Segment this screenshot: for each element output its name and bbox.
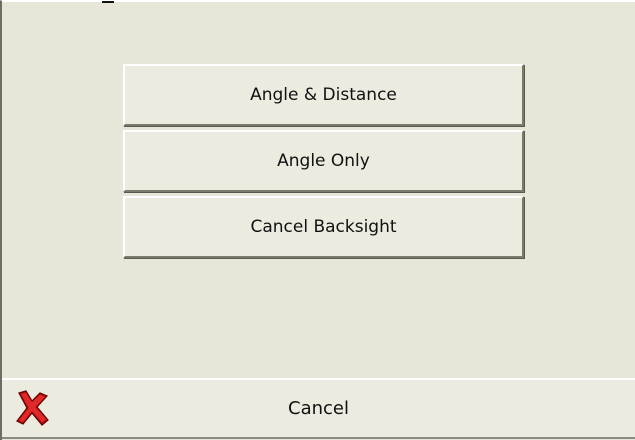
angle-only-button[interactable]: Angle Only: [123, 130, 524, 192]
cancel-label: Cancel: [288, 398, 349, 419]
cancel-backsight-button[interactable]: Cancel Backsight: [123, 196, 524, 258]
backsight-dialog: Angle & Distance Angle Only Cancel Backs…: [0, 0, 635, 440]
cancel-button[interactable]: Cancel: [2, 378, 635, 439]
options-panel: Angle & Distance Angle Only Cancel Backs…: [2, 1, 635, 378]
angle-and-distance-button[interactable]: Angle & Distance: [123, 64, 524, 126]
